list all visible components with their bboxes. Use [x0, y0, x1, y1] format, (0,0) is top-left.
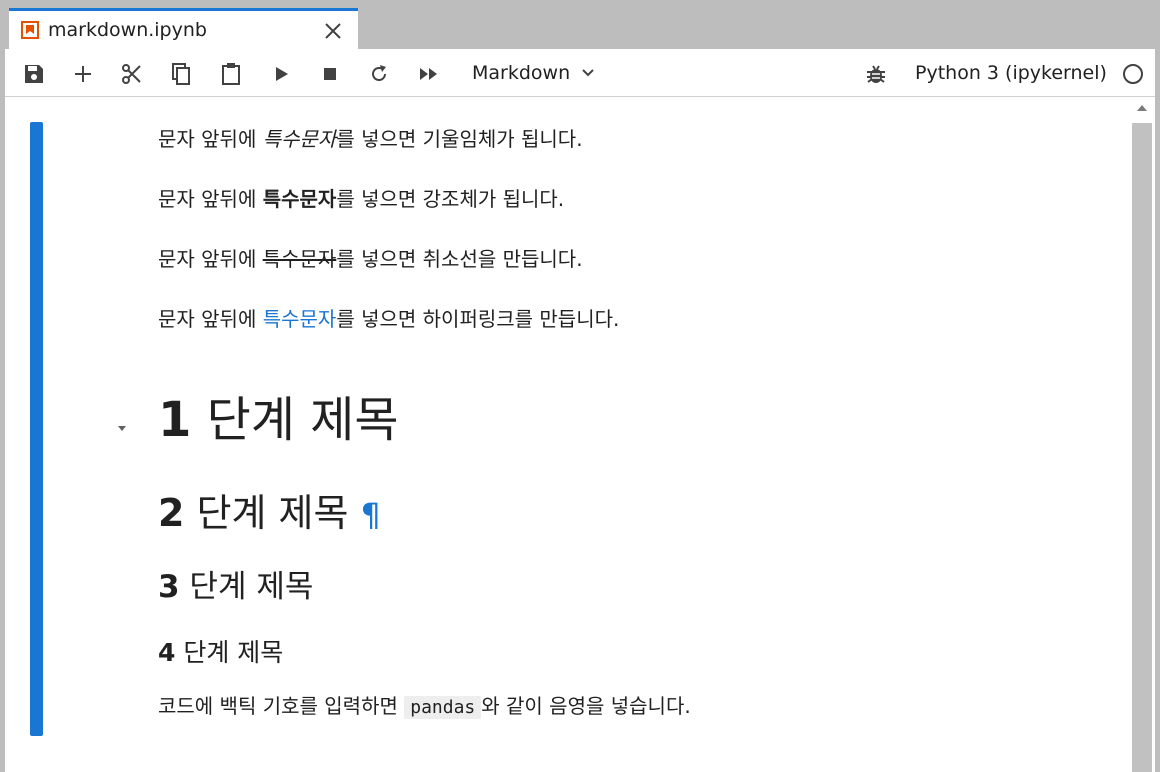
heading-number: 4 — [158, 638, 176, 667]
cut-icon — [122, 64, 141, 84]
italic-line: 문자 앞뒤에 특수문자를 넣으면 기울임체가 됩니다. — [158, 126, 583, 152]
line-text: 를 넣으면 기울임체가 됩니다. — [336, 127, 583, 151]
stop-button[interactable] — [317, 61, 343, 87]
line-text: 와 같이 음영을 넣습니다. — [481, 694, 691, 718]
tab-bar: markdown.ipynb — [0, 0, 1160, 49]
heading-2: 2 단계 제목 ¶ — [158, 491, 381, 537]
restart-icon — [372, 65, 386, 81]
heading-1: 1 단계 제목 — [158, 392, 399, 448]
heading-number: 1 — [158, 392, 192, 448]
heading-3: 3 단계 제목 — [158, 569, 313, 605]
heading-anchor-link[interactable]: ¶ — [360, 496, 380, 534]
line-text: 문자 앞뒤에 — [158, 307, 263, 331]
code-line: 코드에 백틱 기호를 입력하면 pandas 와 같이 음영을 넣습니다. — [158, 693, 691, 721]
cell-type-label: Markdown — [472, 62, 571, 84]
italic-text: 특수문자 — [262, 127, 337, 151]
cell-type-dropdown[interactable]: Markdown — [467, 57, 607, 89]
tab-title: markdown.ipynb — [48, 19, 207, 41]
heading-number: 3 — [158, 569, 180, 605]
line-text: 문자 앞뒤에 — [158, 127, 263, 151]
close-icon[interactable] — [322, 20, 344, 42]
heading-4: 4 단계 제목 — [158, 638, 283, 668]
line-text: 코드에 백틱 기호를 입력하면 — [158, 694, 405, 718]
add-cell-button[interactable] — [70, 61, 96, 87]
cell-collapser[interactable] — [30, 122, 43, 736]
bold-line: 문자 앞뒤에 특수문자를 넣으면 강조체가 됩니다. — [158, 186, 564, 212]
hyperlink[interactable]: 특수문자 — [263, 307, 337, 331]
heading-text: 단계 제목 — [191, 392, 399, 448]
notebook-tab[interactable]: markdown.ipynb — [9, 8, 358, 49]
save-icon — [25, 65, 43, 83]
scroll-thumb[interactable] — [1132, 123, 1152, 772]
strike-line: 문자 앞뒤에 특수문자를 넣으면 취소선을 만듭니다. — [158, 246, 583, 272]
paste-icon — [222, 63, 240, 85]
heading-text: 단계 제목 — [175, 638, 284, 667]
paste-button[interactable] — [218, 61, 244, 87]
run-button[interactable] — [268, 61, 294, 87]
kernel-idle-icon — [1123, 64, 1143, 84]
notebook-toolbar: Markdown Python 3 (ipykernel) — [5, 49, 1155, 97]
fast-forward-icon — [420, 68, 437, 80]
chevron-down-icon — [582, 69, 594, 77]
scroll-up-icon[interactable] — [1136, 103, 1148, 113]
kernel-name[interactable]: Python 3 (ipykernel) — [915, 61, 1107, 85]
notebook-content: 문자 앞뒤에 특수문자를 넣으면 기울임체가 됩니다. 문자 앞뒤에 특수문자를… — [5, 97, 1130, 772]
strikethrough-text: 특수문자 — [262, 247, 337, 271]
vertical-scrollbar[interactable] — [1130, 97, 1155, 772]
restart-button[interactable] — [366, 61, 392, 87]
link-line: 문자 앞뒤에 특수문자를 넣으면 하이퍼링크를 만듭니다. — [158, 306, 619, 332]
run-icon — [276, 67, 288, 81]
caret-down-icon[interactable] — [115, 423, 129, 433]
line-text: 를 넣으면 하이퍼링크를 만듭니다. — [336, 307, 620, 331]
cut-button[interactable] — [119, 61, 145, 87]
debugger-button[interactable] — [863, 61, 889, 87]
copy-button[interactable] — [168, 61, 194, 87]
line-text: 문자 앞뒤에 — [158, 247, 263, 271]
inline-code: pandas — [404, 696, 482, 719]
bold-text: 특수문자 — [262, 187, 337, 211]
line-text: 를 넣으면 강조체가 됩니다. — [336, 187, 565, 211]
save-button[interactable] — [21, 61, 47, 87]
add-icon — [75, 66, 91, 82]
stop-icon — [324, 68, 336, 80]
line-text: 문자 앞뒤에 — [158, 187, 263, 211]
heading-text: 단계 제목 — [184, 491, 349, 535]
copy-icon — [172, 63, 190, 85]
line-text: 를 넣으면 취소선을 만듭니다. — [336, 247, 583, 271]
notebook-icon — [21, 21, 39, 39]
heading-number: 2 — [158, 491, 185, 535]
heading-text: 단계 제목 — [179, 569, 314, 605]
restart-run-all-button[interactable] — [416, 61, 442, 87]
bug-icon — [867, 65, 885, 83]
